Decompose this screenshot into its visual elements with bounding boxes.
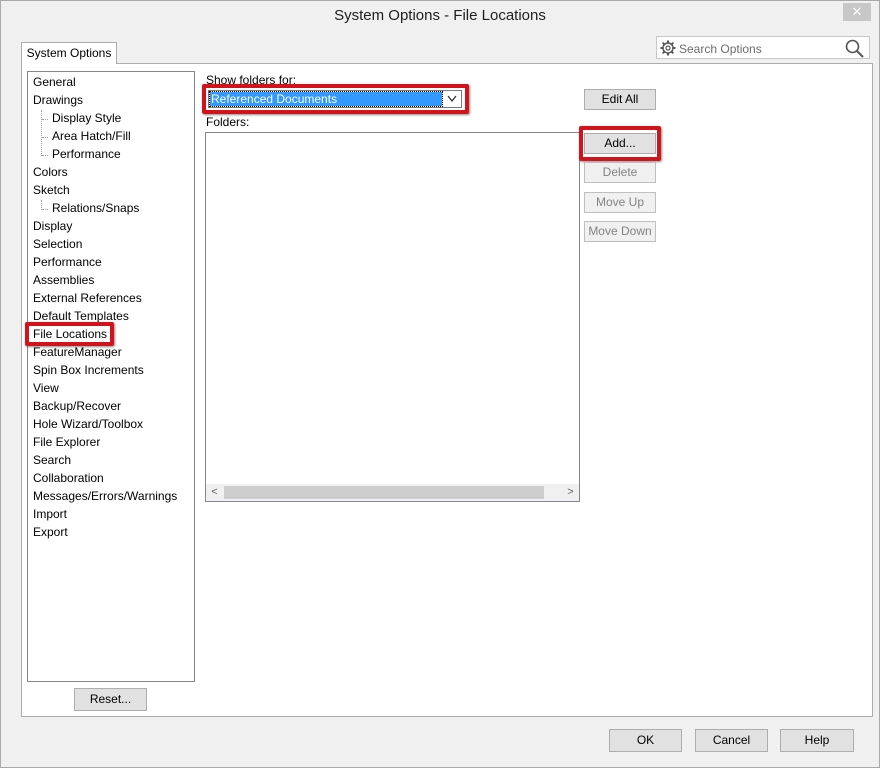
tree-item[interactable]: Display bbox=[33, 218, 72, 235]
tree-item[interactable]: Selection bbox=[33, 236, 82, 253]
tree-connector bbox=[42, 137, 48, 138]
close-button[interactable]: ✕ bbox=[843, 3, 871, 21]
cancel-button[interactable]: Cancel bbox=[695, 729, 768, 752]
horizontal-scrollbar[interactable]: < > bbox=[206, 484, 579, 501]
close-icon: ✕ bbox=[851, 4, 863, 19]
options-tree[interactable]: General Drawings Display Style Area Hatch/F… bbox=[27, 71, 195, 682]
file-locations-highlight bbox=[25, 322, 114, 346]
scrollbar-thumb[interactable] bbox=[224, 486, 544, 499]
system-options-dialog: System Options - File Locations ✕ System… bbox=[0, 0, 880, 768]
tree-item[interactable]: Spin Box Increments bbox=[33, 362, 144, 379]
tree-item[interactable]: Messages/Errors/Warnings bbox=[33, 488, 177, 505]
move-up-button[interactable]: Move Up bbox=[584, 192, 656, 213]
scroll-left-icon[interactable]: < bbox=[206, 484, 223, 501]
tree-item[interactable]: Collaboration bbox=[33, 470, 104, 487]
tree-item[interactable]: Performance bbox=[33, 254, 102, 271]
tab-system-options[interactable]: System Options bbox=[21, 42, 117, 64]
tree-item[interactable]: File Explorer bbox=[33, 434, 100, 451]
tree-connector bbox=[41, 200, 42, 210]
dropdown-highlight bbox=[202, 84, 469, 114]
edit-all-button[interactable]: Edit All bbox=[584, 89, 656, 110]
tree-item[interactable]: Assemblies bbox=[33, 272, 94, 289]
tree-item[interactable]: Display Style bbox=[52, 110, 121, 127]
tree-item[interactable]: FeatureManager bbox=[33, 344, 122, 361]
tree-item[interactable]: Colors bbox=[33, 164, 68, 181]
tree-item[interactable]: Import bbox=[33, 506, 67, 523]
tree-item[interactable]: Search bbox=[33, 452, 71, 469]
search-icon[interactable] bbox=[845, 39, 864, 58]
tree-item[interactable]: Hole Wizard/Toolbox bbox=[33, 416, 143, 433]
add-button-highlight bbox=[579, 126, 661, 161]
tree-connector bbox=[41, 110, 42, 156]
reset-button[interactable]: Reset... bbox=[74, 688, 147, 711]
scroll-right-icon[interactable]: > bbox=[562, 484, 579, 501]
search-input[interactable]: Search Options bbox=[679, 42, 762, 56]
delete-button[interactable]: Delete bbox=[584, 162, 656, 183]
tree-item[interactable]: Relations/Snaps bbox=[52, 200, 139, 217]
window-title: System Options - File Locations bbox=[334, 7, 546, 24]
gear-icon bbox=[660, 40, 676, 56]
tree-item[interactable]: External References bbox=[33, 290, 142, 307]
tree-connector bbox=[42, 119, 48, 120]
title-bar: System Options - File Locations ✕ bbox=[1, 1, 879, 32]
help-button[interactable]: Help bbox=[780, 729, 854, 752]
search-options-box[interactable]: Search Options bbox=[656, 36, 870, 59]
tree-item[interactable]: Performance bbox=[52, 146, 121, 163]
tree-item[interactable]: Sketch bbox=[33, 182, 70, 199]
tree-connector bbox=[42, 155, 48, 156]
tree-item[interactable]: Area Hatch/Fill bbox=[52, 128, 131, 145]
folders-label: Folders: bbox=[206, 115, 250, 129]
folders-list[interactable]: < > bbox=[205, 132, 580, 502]
tree-connector bbox=[42, 209, 48, 210]
move-down-button[interactable]: Move Down bbox=[584, 221, 656, 242]
tree-item[interactable]: Export bbox=[33, 524, 68, 541]
tree-item[interactable]: General bbox=[33, 74, 76, 91]
ok-button[interactable]: OK bbox=[609, 729, 682, 752]
tree-item[interactable]: Drawings bbox=[33, 92, 83, 109]
tree-item[interactable]: Backup/Recover bbox=[33, 398, 121, 415]
tree-item[interactable]: View bbox=[33, 380, 59, 397]
